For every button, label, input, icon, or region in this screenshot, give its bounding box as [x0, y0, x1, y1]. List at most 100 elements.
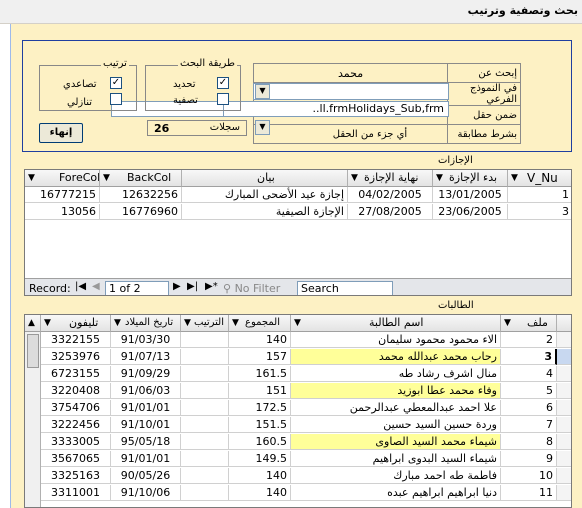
- student-cell-name[interactable]: شيماء السيد البدوى ابراهيم: [291, 451, 501, 467]
- student-cell-total[interactable]: 151: [229, 383, 291, 399]
- holiday-cell-back[interactable]: 16776960: [100, 204, 182, 220]
- match-value[interactable]: أي جزء من الحقل: [252, 124, 449, 144]
- students-col-file[interactable]: ▼ ملف: [501, 315, 557, 332]
- student-cell-file[interactable]: 9: [501, 451, 557, 467]
- student-cell-total[interactable]: 149.5: [229, 451, 291, 467]
- last-record-icon[interactable]: ▶|: [187, 281, 198, 292]
- student-cell-name[interactable]: رحاب محمد عبدالله محمد: [291, 349, 501, 365]
- student-cell-name[interactable]: علا احمد عبدالمعطي عبدالرحمن: [291, 400, 501, 416]
- first-record-icon[interactable]: |◀: [75, 281, 86, 292]
- subform-combo[interactable]: [253, 83, 449, 100]
- row-selector[interactable]: [557, 349, 571, 365]
- holiday-cell-num[interactable]: 3: [508, 204, 571, 220]
- holiday-cell-desc[interactable]: الإجازة الصيفية: [182, 204, 348, 220]
- student-cell-total[interactable]: 157: [229, 349, 291, 365]
- student-cell-name[interactable]: فاطمة طه احمد مبارك: [291, 468, 501, 484]
- student-cell-file[interactable]: 8: [501, 434, 557, 450]
- holiday-cell-desc[interactable]: إجازة عيد الأضحى المبارك: [182, 187, 348, 203]
- student-cell-rank[interactable]: [181, 468, 229, 484]
- student-cell-rank[interactable]: [181, 417, 229, 433]
- student-cell-phone[interactable]: 3222456: [41, 417, 111, 433]
- student-cell-dob[interactable]: 91/07/13: [111, 349, 181, 365]
- student-cell-file[interactable]: 3: [501, 349, 557, 365]
- student-cell-phone[interactable]: 3322155: [41, 332, 111, 348]
- student-cell-dob[interactable]: 91/01/01: [111, 400, 181, 416]
- holidays-col-backcol[interactable]: ▼ BackCol: [100, 170, 182, 187]
- scrollbar-thumb[interactable]: [27, 334, 39, 368]
- student-cell-phone[interactable]: 3325163: [41, 468, 111, 484]
- student-cell-dob[interactable]: 91/10/01: [111, 417, 181, 433]
- new-record-icon[interactable]: ▶*: [205, 281, 218, 292]
- student-cell-total[interactable]: 172.5: [229, 400, 291, 416]
- holiday-cell-num[interactable]: 1: [508, 187, 571, 203]
- holiday-cell-back[interactable]: 12632256: [100, 187, 182, 203]
- student-cell-phone[interactable]: 3333005: [41, 434, 111, 450]
- student-cell-name[interactable]: منال اشرف رشاد طه: [291, 366, 501, 382]
- scroll-up-icon[interactable]: ▲: [28, 315, 35, 331]
- holidays-col-desc[interactable]: بيان: [182, 170, 348, 187]
- holiday-cell-end[interactable]: 04/02/2005: [348, 187, 433, 203]
- holidays-col-end[interactable]: ▼ نهاية الإجازة: [348, 170, 433, 187]
- student-cell-rank[interactable]: [181, 383, 229, 399]
- row-selector[interactable]: [557, 485, 571, 501]
- student-cell-rank[interactable]: [181, 366, 229, 382]
- search-for-value[interactable]: محمد: [252, 63, 449, 83]
- student-cell-phone[interactable]: 3567065: [41, 451, 111, 467]
- row-selector[interactable]: [557, 451, 571, 467]
- student-cell-name[interactable]: وفاء محمد عطا ابوزيد: [291, 383, 501, 399]
- students-col-total[interactable]: ▼ المجموع: [229, 315, 291, 332]
- students-col-dob[interactable]: ▼ تاريخ الميلاد: [111, 315, 181, 332]
- student-cell-name[interactable]: وردة حسين السيد حسين: [291, 417, 501, 433]
- sort-asc-checkbox[interactable]: ✓: [110, 77, 122, 89]
- student-cell-name[interactable]: الاء محمود محمود سليمان: [291, 332, 501, 348]
- holiday-cell-end[interactable]: 27/08/2005: [348, 204, 433, 220]
- close-button[interactable]: إنهاء: [39, 123, 83, 143]
- student-cell-rank[interactable]: [181, 434, 229, 450]
- student-cell-dob[interactable]: 95/05/18: [111, 434, 181, 450]
- holidays-col-start[interactable]: ▼ بدء الإجازة: [433, 170, 508, 187]
- student-cell-phone[interactable]: 3754706: [41, 400, 111, 416]
- row-selector[interactable]: [557, 400, 571, 416]
- holidays-col-num[interactable]: ▼ V_Nu: [508, 170, 571, 187]
- search-input[interactable]: Search: [297, 281, 393, 295]
- students-col-rank[interactable]: ▼ الترتيب: [181, 315, 229, 332]
- student-cell-dob[interactable]: 91/01/01: [111, 451, 181, 467]
- student-cell-phone[interactable]: 3253976: [41, 349, 111, 365]
- holiday-cell-start[interactable]: 13/01/2005: [433, 187, 508, 203]
- student-cell-phone[interactable]: 3220408: [41, 383, 111, 399]
- student-cell-phone[interactable]: 3311001: [41, 485, 111, 501]
- row-selector[interactable]: [557, 434, 571, 450]
- student-cell-dob[interactable]: 91/09/29: [111, 366, 181, 382]
- sort-desc-checkbox[interactable]: [110, 93, 122, 105]
- student-cell-file[interactable]: 7: [501, 417, 557, 433]
- student-cell-dob[interactable]: 91/06/03: [111, 383, 181, 399]
- row-selector[interactable]: [557, 332, 571, 348]
- student-cell-file[interactable]: 2: [501, 332, 557, 348]
- student-cell-name[interactable]: شيماء محمد السيد الصاوى: [291, 434, 501, 450]
- student-cell-total[interactable]: 140: [229, 468, 291, 484]
- row-selector[interactable]: [557, 366, 571, 382]
- student-cell-file[interactable]: 6: [501, 400, 557, 416]
- holiday-cell-start[interactable]: 23/06/2005: [433, 204, 508, 220]
- method-select-checkbox[interactable]: ✓: [217, 77, 229, 89]
- student-cell-file[interactable]: 4: [501, 366, 557, 382]
- row-selector[interactable]: [557, 468, 571, 484]
- student-cell-dob[interactable]: 91/10/06: [111, 485, 181, 501]
- holidays-col-forecol[interactable]: ▼ ForeCol: [25, 170, 100, 187]
- holiday-cell-fore[interactable]: 13056: [25, 204, 100, 220]
- student-cell-dob[interactable]: 91/03/30: [111, 332, 181, 348]
- record-position-input[interactable]: 1 of 2: [105, 281, 169, 295]
- student-cell-rank[interactable]: [181, 349, 229, 365]
- student-cell-rank[interactable]: [181, 451, 229, 467]
- next-record-icon[interactable]: ▶: [173, 281, 181, 292]
- holiday-cell-fore[interactable]: 16777215: [25, 187, 100, 203]
- student-cell-total[interactable]: 140: [229, 332, 291, 348]
- student-cell-rank[interactable]: [181, 485, 229, 501]
- student-cell-phone[interactable]: 6723155: [41, 366, 111, 382]
- prev-record-icon[interactable]: ◀: [92, 281, 100, 292]
- method-filter-checkbox[interactable]: [217, 93, 229, 105]
- no-filter-button[interactable]: ⚲ No Filter: [223, 282, 280, 295]
- student-cell-total[interactable]: 160.5: [229, 434, 291, 450]
- student-cell-dob[interactable]: 90/05/26: [111, 468, 181, 484]
- student-cell-rank[interactable]: [181, 332, 229, 348]
